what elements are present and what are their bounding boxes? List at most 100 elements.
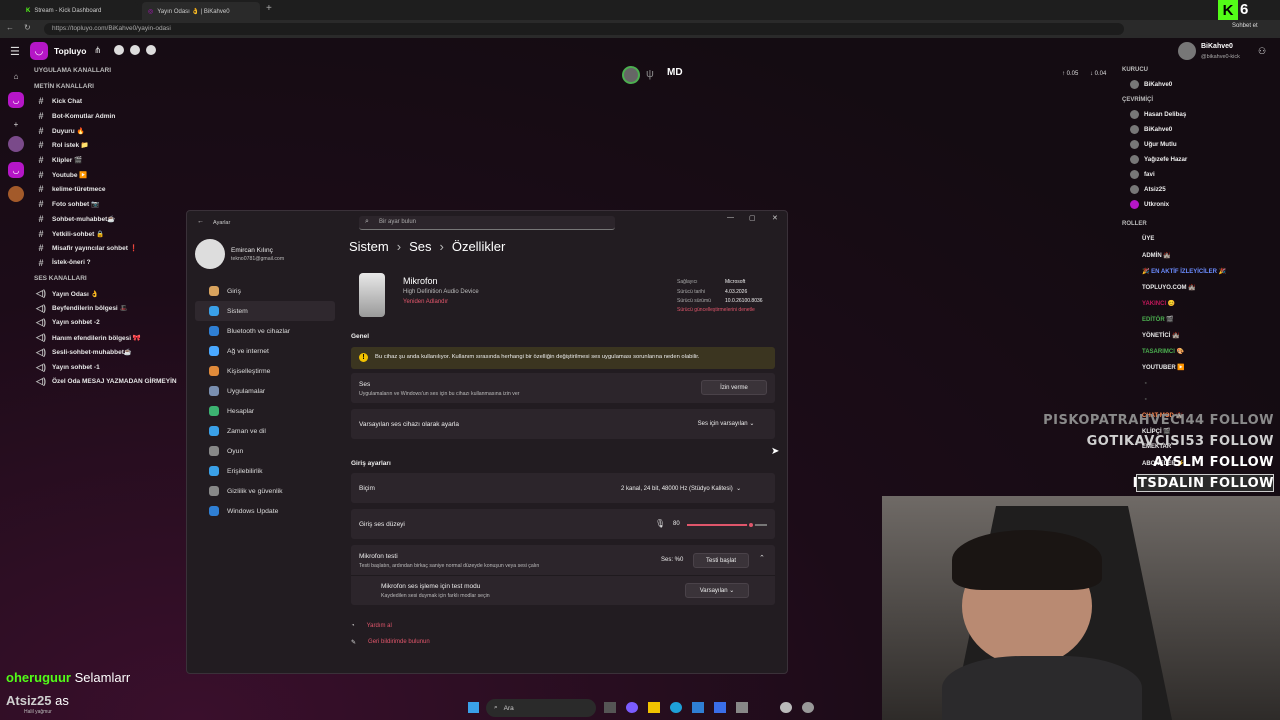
role-item[interactable]: 🎉 EN AKTİF İZLEYİCİLER 🎉: [1120, 263, 1240, 279]
server-topluyo-icon[interactable]: ◡: [8, 92, 24, 108]
role-item[interactable]: YÖNETİCİ 🏰: [1120, 327, 1240, 343]
member-item[interactable]: Atsiz25: [1120, 182, 1240, 197]
voice-channel-item[interactable]: ◁) Özel Oda MESAJ YAZMADAN GİRMEYİN: [30, 374, 190, 389]
back-icon[interactable]: ←: [6, 23, 14, 32]
nav-item-7[interactable]: Hesaplar: [195, 401, 335, 421]
channel-item[interactable]: # Bot-Komutlar Admin: [30, 109, 190, 124]
nav-item-10[interactable]: Erişilebilirlik: [195, 461, 335, 481]
start-test-button[interactable]: Testi başlat: [693, 553, 749, 568]
channel-item[interactable]: # Rol istek 📁: [30, 138, 190, 153]
mic-small-icon[interactable]: 🎙: [655, 519, 665, 528]
voice-channel-item[interactable]: ◁) Beyfendilerin bölgesi 🎩: [30, 301, 190, 316]
kick-social-icon[interactable]: [130, 45, 140, 55]
nav-item-12[interactable]: Windows Update: [195, 501, 335, 521]
members-icon[interactable]: ⚇: [1258, 46, 1266, 57]
nav-item-11[interactable]: Gizlilik ve güvenlik: [195, 481, 335, 501]
channel-item[interactable]: # Sohbet-muhabbet☕: [30, 212, 190, 227]
nav-item-4[interactable]: Ağ ve internet: [195, 341, 335, 361]
voice-channel-item[interactable]: ◁) Yayın sohbet -2: [30, 316, 190, 331]
file-explorer-icon[interactable]: [648, 702, 660, 713]
home-icon[interactable]: ⌂: [8, 68, 24, 84]
maximize-icon[interactable]: ▢: [749, 214, 756, 222]
nav-item-1[interactable]: Giriş: [195, 281, 335, 301]
volume-slider[interactable]: [687, 521, 767, 529]
rename-link[interactable]: Yeniden Adlandır: [403, 299, 448, 305]
member-item[interactable]: Utkronix: [1120, 197, 1240, 212]
role-item[interactable]: EDİTÖR 🎬: [1120, 311, 1240, 327]
channel-item[interactable]: # Yetkili-sohbet 🔒: [30, 226, 190, 241]
nav-item-9[interactable]: Oyun: [195, 441, 335, 461]
reload-icon[interactable]: ↻: [24, 23, 31, 32]
chat-button[interactable]: Sohbet et: [1232, 23, 1258, 29]
nav-item-8[interactable]: Zaman ve dil: [195, 421, 335, 441]
channel-item[interactable]: # Misafir yayıncılar sohbet ❗: [30, 241, 190, 256]
close-icon[interactable]: ✕: [772, 214, 778, 222]
app-icon[interactable]: [780, 702, 792, 713]
voice-channel-item[interactable]: ◁) Yayın Odası 👌: [30, 286, 190, 301]
volume-thumb[interactable]: [747, 521, 755, 529]
add-server-icon[interactable]: +: [8, 116, 24, 132]
member-item[interactable]: BiKahve0: [1120, 77, 1240, 92]
role-item[interactable]: TASARIMCI 🎨: [1120, 343, 1240, 359]
instagram-icon[interactable]: [146, 45, 156, 55]
member-item[interactable]: BiKahve0: [1120, 122, 1240, 137]
settings-gear-icon[interactable]: [802, 702, 814, 713]
server-avatar-icon[interactable]: [8, 136, 24, 152]
nav-item-5[interactable]: Kişiselleştirme: [195, 361, 335, 381]
member-item[interactable]: Yağızefe Hazar: [1120, 152, 1240, 167]
call-user-icon[interactable]: ψ: [646, 68, 654, 80]
channel-item[interactable]: # kelime-türetmece: [30, 182, 190, 197]
call-user-md-icon[interactable]: MD: [667, 67, 683, 78]
role-item[interactable]: ▪️: [1120, 391, 1240, 407]
minimize-icon[interactable]: —: [727, 214, 734, 221]
nav-item-2[interactable]: Sistem: [195, 301, 335, 321]
share-icon[interactable]: ⋔: [94, 45, 102, 56]
new-tab-icon[interactable]: +: [266, 3, 272, 14]
taskbar-search[interactable]: ⌕ Ara: [486, 699, 596, 717]
channel-item[interactable]: # Youtube ▶️: [30, 167, 190, 182]
store-icon[interactable]: [692, 702, 704, 713]
tab-kick-dashboard[interactable]: K Stream - Kick Dashboard: [20, 2, 138, 20]
channel-item[interactable]: # Kick Chat: [30, 94, 190, 109]
breadcrumb-sistem[interactable]: Sistem: [349, 239, 389, 254]
social-icon[interactable]: [114, 45, 124, 55]
driver-update-link[interactable]: Sürücü güncelleştirmelerini denetle: [677, 307, 755, 313]
voice-channel-item[interactable]: ◁) Sesli-sohbet-muhabbet☕: [30, 345, 190, 360]
server-other-icon[interactable]: [8, 186, 24, 202]
feedback-link[interactable]: ✎ Geri bildirimde bulunun: [351, 639, 430, 646]
member-item[interactable]: favi: [1120, 167, 1240, 182]
role-item[interactable]: ÜYE: [1120, 231, 1240, 247]
channel-item[interactable]: # Duyuru 🔥: [30, 123, 190, 138]
chevron-up-icon[interactable]: ⌃: [759, 554, 765, 562]
url-field[interactable]: https://topluyo.com/BiKahve0/yayin-odasi: [44, 23, 1124, 35]
channel-item[interactable]: # Foto sohbet 📷: [30, 197, 190, 212]
app-icon[interactable]: [736, 702, 748, 713]
channel-item[interactable]: # Klipler 🎬: [30, 153, 190, 168]
member-item[interactable]: Uğur Mutlu: [1120, 137, 1240, 152]
help-link[interactable]: ◔ Yardım al: [351, 623, 392, 629]
voice-channel-item[interactable]: ◁) Yayın sohbet -1: [30, 360, 190, 375]
task-view-icon[interactable]: [604, 702, 616, 713]
app-icon[interactable]: [714, 702, 726, 713]
call-avatar[interactable]: [622, 66, 640, 84]
channel-item[interactable]: # İstek-öneri ?: [30, 256, 190, 271]
role-item[interactable]: ADMİN 🏰: [1120, 247, 1240, 263]
tab-yayin-odasi[interactable]: ◎ Yayın Odası 👌 | BiKahve0: [142, 2, 260, 20]
role-item[interactable]: ▪️: [1120, 375, 1240, 391]
nav-item-6[interactable]: Uygulamalar: [195, 381, 335, 401]
profile-avatar[interactable]: [1178, 42, 1196, 60]
back-arrow-icon[interactable]: ←: [197, 218, 204, 225]
disallow-button[interactable]: İzin verme: [701, 380, 767, 395]
nav-item-3[interactable]: Bluetooth ve cihazlar: [195, 321, 335, 341]
edge-icon[interactable]: [670, 702, 682, 713]
test-mode-dropdown[interactable]: Varsayılan ⌄: [685, 583, 749, 598]
member-item[interactable]: Hasan Delibaş: [1120, 107, 1240, 122]
role-item[interactable]: TOPLUYO.COM 🏰: [1120, 279, 1240, 295]
server-bikahve-icon[interactable]: ◡: [8, 162, 24, 178]
breadcrumb-ses[interactable]: Ses: [409, 239, 431, 254]
copilot-icon[interactable]: [626, 702, 638, 713]
role-item[interactable]: YOUTUBER ▶️: [1120, 359, 1240, 375]
windows-start-icon[interactable]: [468, 702, 479, 713]
voice-channel-item[interactable]: ◁) Hanım efendilerin bölgesi 🎀: [30, 330, 190, 345]
format-dropdown[interactable]: 2 kanal, 24 bit, 48000 Hz (Stüdyo Kalite…: [621, 485, 741, 492]
